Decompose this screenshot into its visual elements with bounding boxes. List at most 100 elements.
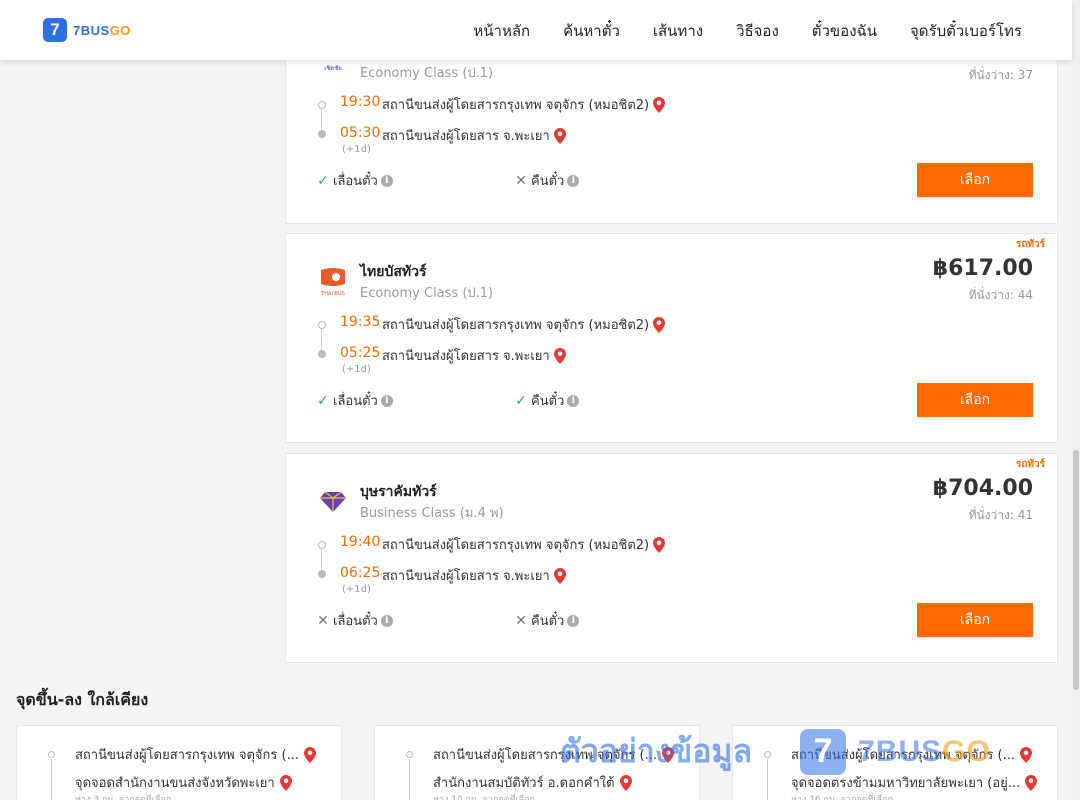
nearby-stop-card[interactable]: สถานีขนส่งผู้โดยสารกรุงเทพ จตุจักร (... … xyxy=(732,725,1058,800)
reschedule-policy: ✓ เลื่อนตั๋ว i xyxy=(316,390,393,411)
info-icon[interactable]: i xyxy=(380,394,393,407)
cross-icon: ✕ xyxy=(515,612,527,629)
nearby-to: สำนักงานสมบัติทัวร์ อ.ดอกคำใต้ xyxy=(433,772,632,793)
arrive-time: 05:30 xyxy=(340,125,381,141)
refund-policy: ✓ คืนตั๋ว i xyxy=(514,390,580,411)
from-dot xyxy=(406,751,413,758)
reschedule-policy: ✕ เลื่อนตั๋ว i xyxy=(316,610,393,631)
bus-class: Economy Class (ป.1) xyxy=(360,66,494,81)
reschedule-policy: ✓ เลื่อนตั๋ว i xyxy=(316,170,393,191)
nearby-stops-title: จุดขึ้น-ลง ใกล้เคียง xyxy=(16,690,149,709)
arrive-time: 06:25 xyxy=(340,565,381,581)
site-logo[interactable]: 7 7BUSGO xyxy=(43,18,131,42)
nav-search-ticket[interactable]: ค้นหาตั๋ว xyxy=(563,19,620,43)
operator-logo-icon xyxy=(320,491,346,512)
select-trip-button[interactable]: เลือก xyxy=(917,603,1033,637)
next-day-indicator: (+1d) xyxy=(342,364,371,375)
bus-type-ribbon: รถทัวร์ xyxy=(1015,459,1045,470)
map-pin-icon[interactable] xyxy=(619,774,632,791)
nearby-distance: ห่าง 3 กม. จากจุดที่เลือก xyxy=(75,795,172,800)
map-pin-icon[interactable] xyxy=(553,347,566,364)
route-line xyxy=(321,329,322,351)
map-pin-icon[interactable] xyxy=(1025,774,1038,791)
arrive-dot xyxy=(318,350,326,358)
map-pin-icon[interactable] xyxy=(1019,746,1032,763)
check-icon: ✓ xyxy=(317,172,329,189)
select-trip-button[interactable]: เลือก xyxy=(917,383,1033,417)
map-pin-icon[interactable] xyxy=(653,536,666,553)
depart-station: สถานีขนส่งผู้โดยสารกรุงเทพ จตุจักร (หมอช… xyxy=(382,534,666,555)
scrollbar-thumb[interactable] xyxy=(1073,450,1079,690)
map-pin-icon[interactable] xyxy=(653,96,666,113)
map-pin-icon[interactable] xyxy=(653,316,666,333)
depart-dot xyxy=(318,541,326,549)
route-line xyxy=(409,759,410,800)
ticket-price: ฿617.00 xyxy=(932,256,1033,281)
depart-station: สถานีขนส่งผู้โดยสารกรุงเทพ จตุจักร (หมอช… xyxy=(382,94,666,115)
nearby-distance: ห่าง 16 กม. จากจุดที่เลือก xyxy=(791,795,893,800)
map-pin-icon[interactable] xyxy=(279,774,292,791)
cross-icon: ✕ xyxy=(317,612,329,629)
route-line xyxy=(321,549,322,571)
bus-type-ribbon: รถทัวร์ xyxy=(1015,239,1045,250)
nearby-distance: ห่าง 10 กม. จากจุดที่เลือก xyxy=(433,795,535,800)
nav-my-tickets[interactable]: ตั๋วของฉัน xyxy=(812,19,877,43)
ticket-price: ฿704.00 xyxy=(932,476,1033,501)
nearby-from: สถานีขนส่งผู้โดยสารกรุงเทพ จตุจักร (... xyxy=(791,744,1032,765)
nearby-from: สถานีขนส่งผู้โดยสารกรุงเทพ จตุจักร (... xyxy=(75,744,316,765)
seats-available: ที่นั่งว่าง: 44 xyxy=(968,288,1033,302)
depart-dot xyxy=(318,321,326,329)
route-line xyxy=(767,759,768,800)
refund-policy: ✕ คืนตั๋ว i xyxy=(514,610,580,631)
from-dot xyxy=(48,751,55,758)
route-line xyxy=(321,109,322,131)
logo-badge: 7 xyxy=(43,18,67,42)
nav-ticket-pickup[interactable]: จุดรับตั๋วเบอร์โทร xyxy=(910,19,1022,43)
svg-text:THAI BUS: THAI BUS xyxy=(320,291,345,297)
logo-text: 7BUSGO xyxy=(73,22,131,38)
trip-card: รถทัวร์ บุษราคัมทัวร์ Business Class (ม.… xyxy=(285,453,1058,663)
nearby-stop-card[interactable]: สถานีขนส่งผู้โดยสารกรุงเทพ จตุจักร (... … xyxy=(374,725,700,800)
select-trip-button[interactable]: เลือก xyxy=(917,163,1033,197)
nearby-to: จุดจอดสำนักงานขนส่งจังหวัดพะเยา xyxy=(75,772,292,793)
nav-routes[interactable]: เส้นทาง xyxy=(653,19,703,43)
cross-icon: ✕ xyxy=(515,172,527,189)
check-icon: ✓ xyxy=(317,392,329,409)
info-icon[interactable]: i xyxy=(567,394,580,407)
operator-logo-icon: THAI BUS xyxy=(320,268,345,297)
trip-card: รถทัวร์ THAI BUS ไทยบัสทัวร์ Economy Cla… xyxy=(285,233,1058,443)
depart-station: สถานีขนส่งผู้โดยสารกรุงเทพ จตุจักร (หมอช… xyxy=(382,314,666,335)
seats-available: ที่นั่งว่าง: 41 xyxy=(968,508,1033,522)
arrive-station: สถานีขนส่งผู้โดยสาร จ.พะเยา xyxy=(382,565,566,586)
next-day-indicator: (+1d) xyxy=(342,144,371,155)
depart-time: 19:40 xyxy=(340,534,381,550)
depart-time: 19:30 xyxy=(340,94,381,110)
info-icon[interactable]: i xyxy=(567,174,580,187)
operator-name: ไทยบัสทัวร์ xyxy=(360,264,427,280)
route-line xyxy=(51,759,52,800)
refund-policy: ✕ คืนตั๋ว i xyxy=(514,170,580,191)
depart-time: 19:35 xyxy=(340,314,381,330)
map-pin-icon[interactable] xyxy=(303,746,316,763)
map-pin-icon[interactable] xyxy=(553,127,566,144)
depart-dot xyxy=(318,101,326,109)
page-scrollbar[interactable] xyxy=(1072,0,1080,800)
map-pin-icon[interactable] xyxy=(553,567,566,584)
nearby-from: สถานีขนส่งผู้โดยสารกรุงเทพ จตุจักร (... xyxy=(433,744,674,765)
top-header: 7 7BUSGO หน้าหลัก ค้นหาตั๋ว เส้นทาง วิธี… xyxy=(0,0,1072,60)
info-icon[interactable]: i xyxy=(380,174,393,187)
from-dot xyxy=(764,751,771,758)
arrive-station: สถานีขนส่งผู้โดยสาร จ.พะเยา xyxy=(382,125,566,146)
bus-class: Business Class (ม.4 พ) xyxy=(360,506,504,521)
info-icon[interactable]: i xyxy=(380,614,393,627)
nav-how-to-book[interactable]: วิธีจอง xyxy=(736,19,779,43)
nearby-stop-card[interactable]: สถานีขนส่งผู้โดยสารกรุงเทพ จตุจักร (... … xyxy=(16,725,342,800)
operator-name: บุษราคัมทัวร์ xyxy=(360,484,437,500)
arrive-dot xyxy=(318,130,326,138)
info-icon[interactable]: i xyxy=(567,614,580,627)
arrive-station: สถานีขนส่งผู้โดยสาร จ.พะเยา xyxy=(382,345,566,366)
nav-home[interactable]: หน้าหลัก xyxy=(473,19,530,43)
map-pin-icon[interactable] xyxy=(661,746,674,763)
svg-text:เชิดชัย: เชิดชัย xyxy=(324,65,342,72)
next-day-indicator: (+1d) xyxy=(342,584,371,595)
